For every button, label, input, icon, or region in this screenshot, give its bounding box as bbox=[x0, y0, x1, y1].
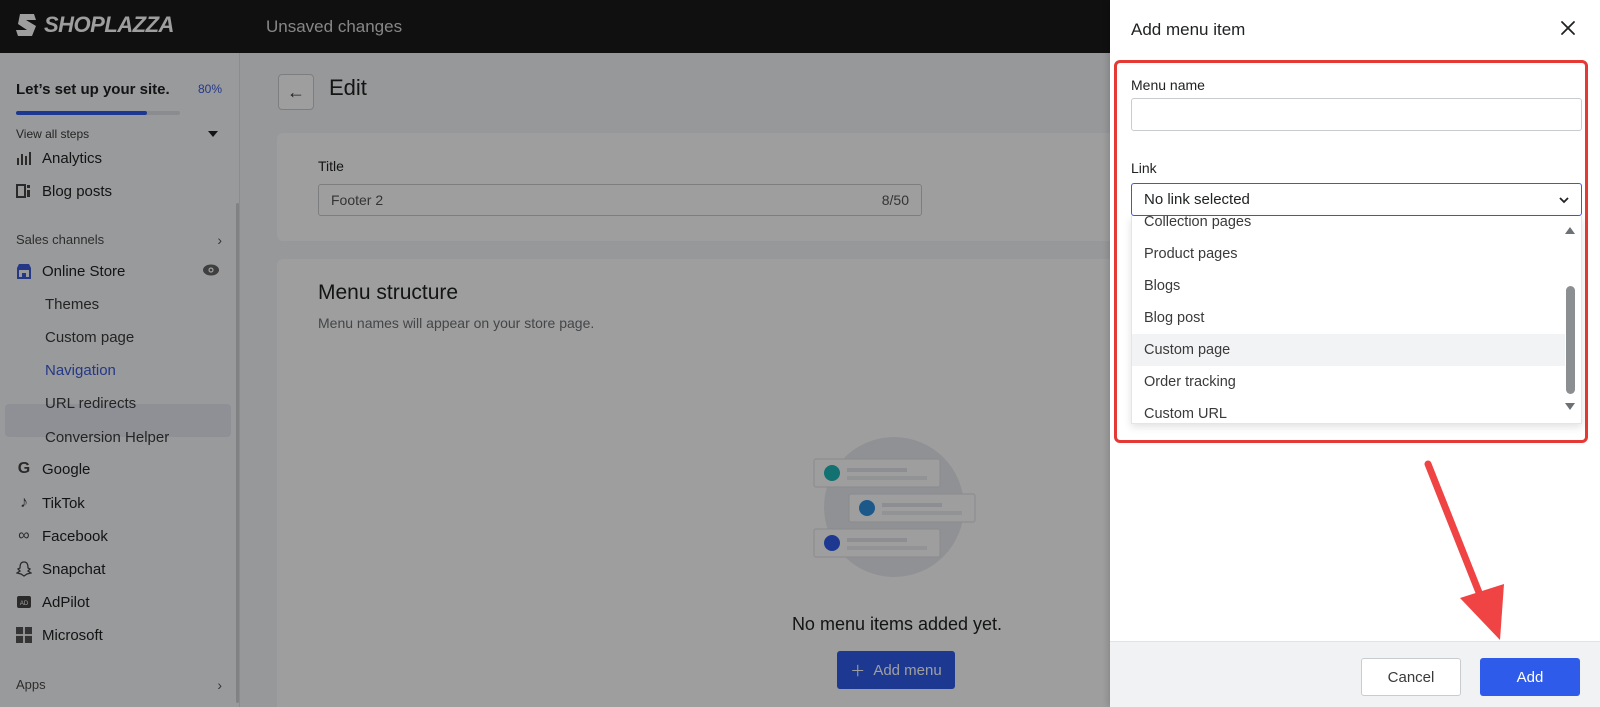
dropdown-scrollbar[interactable] bbox=[1565, 222, 1579, 418]
link-options-dropdown: Collection pages Product pages Blogs Blo… bbox=[1131, 216, 1582, 424]
dropdown-scroll-thumb[interactable] bbox=[1566, 286, 1575, 394]
add-button[interactable]: Add bbox=[1480, 658, 1580, 696]
option-custom-url[interactable]: Custom URL bbox=[1132, 398, 1565, 423]
link-label: Link bbox=[1131, 160, 1157, 176]
link-selected-value: No link selected bbox=[1144, 191, 1250, 208]
chevron-down-icon bbox=[1559, 197, 1569, 204]
option-custom-page[interactable]: Custom page bbox=[1132, 334, 1565, 366]
cancel-button[interactable]: Cancel bbox=[1361, 658, 1461, 696]
option-order-tracking[interactable]: Order tracking bbox=[1132, 366, 1565, 398]
menu-name-input[interactable] bbox=[1131, 98, 1582, 131]
annotation-arrow bbox=[1424, 460, 1504, 640]
option-collection-pages[interactable]: Collection pages bbox=[1132, 216, 1565, 238]
drawer-title: Add menu item bbox=[1131, 20, 1246, 39]
option-blogs[interactable]: Blogs bbox=[1132, 270, 1565, 302]
option-product-pages[interactable]: Product pages bbox=[1132, 238, 1565, 270]
menu-name-label: Menu name bbox=[1131, 77, 1205, 93]
scroll-down-icon[interactable] bbox=[1565, 403, 1575, 410]
link-select[interactable]: No link selected bbox=[1131, 183, 1582, 216]
option-blog-post[interactable]: Blog post bbox=[1132, 302, 1565, 334]
close-icon[interactable] bbox=[1558, 18, 1578, 38]
scroll-up-icon[interactable] bbox=[1565, 227, 1575, 234]
modal-overlay[interactable] bbox=[0, 0, 1110, 707]
